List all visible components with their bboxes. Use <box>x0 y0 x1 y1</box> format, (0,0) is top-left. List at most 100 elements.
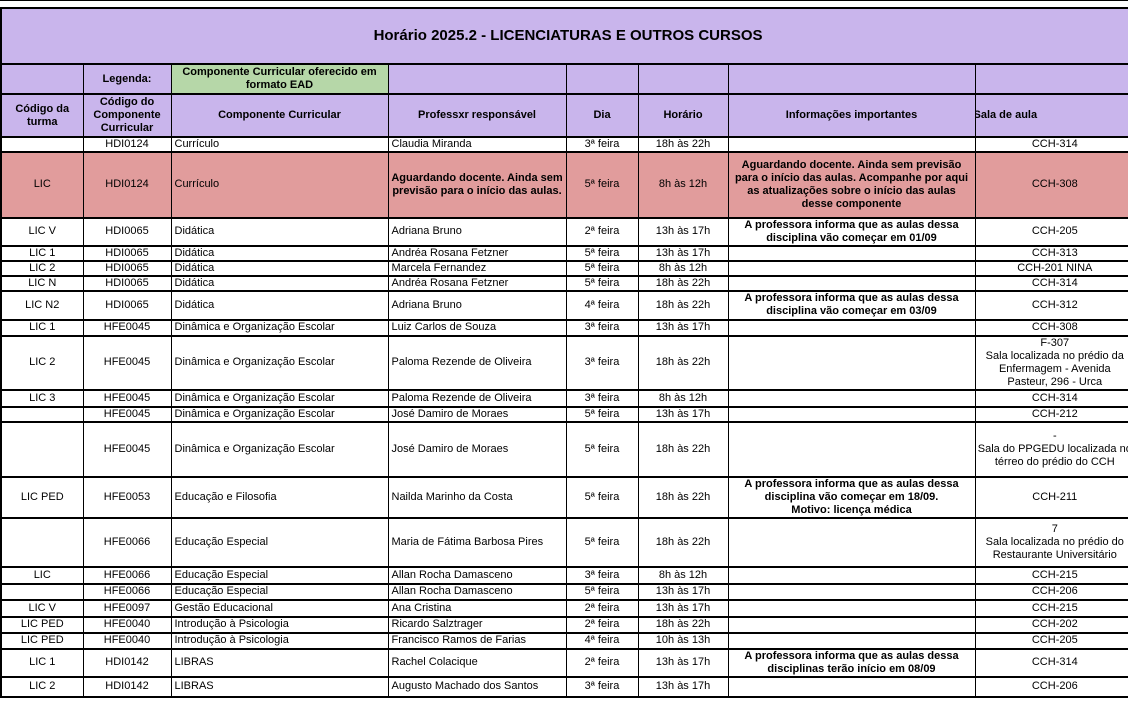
table-row: LIC 1 HDI0142 LIBRAS Rachel Colacique 2ª… <box>1 649 1128 677</box>
cell-dia: 3ª feira <box>566 137 638 152</box>
cell-sala: CCH-313 <box>975 246 1128 261</box>
cell-sala: CCH-314 <box>975 390 1128 407</box>
cell-professor: Allan Rocha Damasceno <box>388 567 566 584</box>
column-header-sala: Sala de aula <box>975 94 1128 137</box>
table-row-alert: LIC HDI0124 Currículo Aguardando docente… <box>1 152 1128 218</box>
cell-professor: Ricardo Salztrager <box>388 617 566 633</box>
cell-turma <box>1 407 83 422</box>
cell-dia: 5ª feira <box>566 246 638 261</box>
cell-sala: CCH-205 <box>975 633 1128 649</box>
table-row: LIC 1 HFE0045 Dinâmica e Organização Esc… <box>1 320 1128 336</box>
cell-sala: CCH-308 <box>975 320 1128 336</box>
table-row: LIC N HDI0065 Didática Andréa Rosana Fet… <box>1 276 1128 291</box>
cell-turma: LIC PED <box>1 633 83 649</box>
cell-horario: 18h às 22h <box>638 422 728 477</box>
schedule-table: Horário 2025.2 - LICENCIATURAS E OUTROS … <box>0 7 1128 698</box>
cell-info <box>728 246 975 261</box>
cell-info: A professora informa que as aulas dessa … <box>728 218 975 246</box>
cell-componente: Educação e Filosofia <box>171 477 388 518</box>
cell-horario: 18h às 22h <box>638 137 728 152</box>
cell-horario: 13h às 17h <box>638 649 728 677</box>
column-header-horario: Horário <box>638 94 728 137</box>
cell-componente: Currículo <box>171 137 388 152</box>
cell-horario: 13h às 17h <box>638 600 728 617</box>
cell-dia: 3ª feira <box>566 336 638 390</box>
cell-componente: Dinâmica e Organização Escolar <box>171 407 388 422</box>
cell-professor: Paloma Rezende de Oliveira <box>388 336 566 390</box>
cell-turma <box>1 137 83 152</box>
cell-professor: Andréa Rosana Fetzner <box>388 276 566 291</box>
cell-componente: Dinâmica e Organização Escolar <box>171 390 388 407</box>
cell-professor: Adriana Bruno <box>388 218 566 246</box>
cell-info <box>728 633 975 649</box>
cell-turma: LIC <box>1 567 83 584</box>
cell-dia: 4ª feira <box>566 291 638 320</box>
cell-sala: 7 Sala localizada no prédio do Restauran… <box>975 518 1128 567</box>
column-header-turma: Código da turma <box>1 94 83 137</box>
cell-turma <box>1 422 83 477</box>
table-row: LIC 1 HDI0065 Didática Andréa Rosana Fet… <box>1 246 1128 261</box>
cell-info <box>728 600 975 617</box>
table-row: LIC 3 HFE0045 Dinâmica e Organização Esc… <box>1 390 1128 407</box>
cell-turma: LIC N2 <box>1 291 83 320</box>
cell-sala: CCH-215 <box>975 567 1128 584</box>
cell-sala: CCH-202 <box>975 617 1128 633</box>
cell-dia: 5ª feira <box>566 518 638 567</box>
cell-componente: Didática <box>171 261 388 276</box>
cell-horario: 13h às 17h <box>638 218 728 246</box>
cell-professor: Aguardando docente. Ainda sem previsão p… <box>388 152 566 218</box>
cell-horario: 8h às 12h <box>638 152 728 218</box>
cell-codigo: HDI0065 <box>83 246 171 261</box>
column-header-componente: Componente Curricular <box>171 94 388 137</box>
table-row: HFE0066 Educação Especial Maria de Fátim… <box>1 518 1128 567</box>
cell-codigo: HDI0065 <box>83 291 171 320</box>
cell-info <box>728 390 975 407</box>
cell-sala: CCH-314 <box>975 276 1128 291</box>
cell-componente: Dinâmica e Organização Escolar <box>171 422 388 477</box>
table-row: HDI0124 Currículo Claudia Miranda 3ª fei… <box>1 137 1128 152</box>
cell-turma: LIC <box>1 152 83 218</box>
legend-empty-cell <box>388 64 566 94</box>
cell-info <box>728 320 975 336</box>
cell-codigo: HFE0040 <box>83 617 171 633</box>
cell-horario: 13h às 17h <box>638 246 728 261</box>
cell-sala: CCH-201 NINA <box>975 261 1128 276</box>
cell-dia: 2ª feira <box>566 218 638 246</box>
cell-professor: Marcela Fernandez <box>388 261 566 276</box>
top-crop-line <box>0 0 1128 1</box>
cell-horario: 18h às 22h <box>638 617 728 633</box>
cell-codigo: HDI0065 <box>83 261 171 276</box>
cell-codigo: HFE0066 <box>83 518 171 567</box>
cell-horario: 13h às 17h <box>638 677 728 697</box>
cell-sala: CCH-312 <box>975 291 1128 320</box>
cell-turma: LIC 2 <box>1 677 83 697</box>
cell-horario: 8h às 12h <box>638 390 728 407</box>
cell-horario: 18h às 22h <box>638 291 728 320</box>
cell-sala: CCH-314 <box>975 137 1128 152</box>
cell-professor: Francisco Ramos de Farias <box>388 633 566 649</box>
cell-professor: Rachel Colacique <box>388 649 566 677</box>
schedule-spreadsheet-view: Horário 2025.2 - LICENCIATURAS E OUTROS … <box>0 0 1128 727</box>
table-row: LIC HFE0066 Educação Especial Allan Roch… <box>1 567 1128 584</box>
cell-componente: Educação Especial <box>171 567 388 584</box>
cell-professor: Claudia Miranda <box>388 137 566 152</box>
cell-componente: Educação Especial <box>171 518 388 567</box>
cell-horario: 18h às 22h <box>638 276 728 291</box>
cell-info <box>728 407 975 422</box>
cell-componente: Currículo <box>171 152 388 218</box>
cell-dia: 2ª feira <box>566 617 638 633</box>
table-row: LIC N2 HDI0065 Didática Adriana Bruno 4ª… <box>1 291 1128 320</box>
cell-info <box>728 336 975 390</box>
cell-professor: Nailda Marinho da Costa <box>388 477 566 518</box>
cell-horario: 13h às 17h <box>638 320 728 336</box>
cell-sala: CCH-215 <box>975 600 1128 617</box>
legend-label: Legenda: <box>83 64 171 94</box>
cell-sala: CCH-206 <box>975 584 1128 600</box>
cell-sala: CCH-212 <box>975 407 1128 422</box>
cell-turma: LIC 2 <box>1 261 83 276</box>
legend-empty-cell <box>728 64 975 94</box>
cell-componente: Dinâmica e Organização Escolar <box>171 320 388 336</box>
cell-info <box>728 276 975 291</box>
cell-info <box>728 518 975 567</box>
cell-info <box>728 677 975 697</box>
